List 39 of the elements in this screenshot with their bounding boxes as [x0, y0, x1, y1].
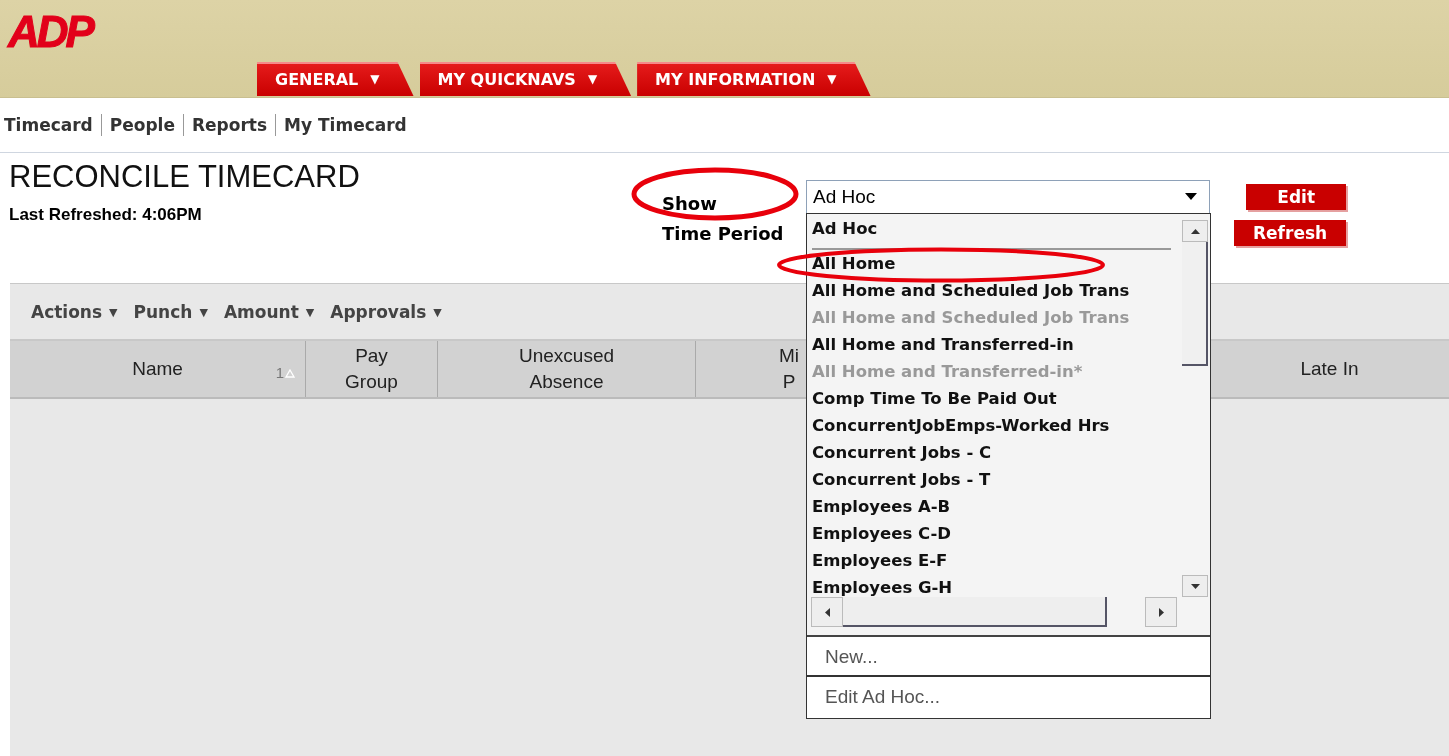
time-period-label: Time Period: [662, 222, 784, 244]
dropdown-option: All Home and Scheduled Job Trans: [812, 304, 1177, 331]
show-label: Show: [662, 193, 717, 214]
toolbar-menu[interactable]: Amount ▼: [223, 301, 315, 322]
toolbar-menu[interactable]: Approvals ▼: [330, 301, 442, 322]
dropdown-option[interactable]: All Home: [812, 250, 1177, 277]
adp-logo: ADP: [8, 10, 92, 54]
dropdown-option[interactable]: Ad Hoc: [812, 214, 1171, 250]
nav-link[interactable]: People: [101, 115, 183, 135]
nav-link[interactable]: Reports: [184, 115, 276, 135]
dropdown-option[interactable]: Employees C-D: [812, 520, 1177, 547]
column-header[interactable]: Name: [132, 356, 183, 382]
column-header[interactable]: Unexcused Absence: [518, 343, 615, 395]
dropdown-action[interactable]: New...: [807, 637, 1210, 677]
dropdown-action[interactable]: Edit Ad Hoc...: [807, 677, 1210, 717]
dropdown-option[interactable]: Concurrent Jobs - C: [812, 439, 1177, 466]
menu-tab[interactable]: MY INFORMATION ▼: [637, 62, 871, 96]
dropdown-option[interactable]: ConcurrentJobEmps-Worked Hrs: [812, 412, 1177, 439]
toolbar-menu[interactable]: Actions ▼: [31, 301, 118, 322]
menu-tab[interactable]: MY QUICKNAVS ▼: [419, 62, 632, 96]
nav-link[interactable]: Timecard: [0, 115, 101, 135]
dropdown-option[interactable]: All Home and Scheduled Job Trans: [812, 277, 1177, 304]
dropdown-option[interactable]: Employees E-F: [812, 547, 1177, 574]
column-header[interactable]: Mi P: [778, 343, 800, 395]
dropdown-option[interactable]: Comp Time To Be Paid Out: [812, 385, 1177, 412]
dropdown-option[interactable]: All Home and Transferred-in: [812, 331, 1177, 358]
refresh-button[interactable]: Refresh: [1234, 220, 1347, 246]
dropdown-option[interactable]: Employees G-H: [812, 574, 1177, 597]
toolbar-menu[interactable]: Punch ▼: [133, 301, 208, 322]
dropdown-option: All Home and Transferred-in*: [812, 358, 1177, 385]
nav-link[interactable]: My Timecard: [276, 115, 415, 135]
last-refreshed-text: Last Refreshed: 4:06PM: [9, 205, 203, 225]
page-title: RECONCILE TIMECARD: [9, 159, 361, 195]
dropdown-option[interactable]: Employees A-B: [812, 493, 1177, 520]
edit-button[interactable]: Edit: [1246, 183, 1347, 210]
menu-tab[interactable]: GENERAL ▼: [257, 62, 414, 96]
dropdown-option[interactable]: Concurrent Jobs - T: [812, 466, 1177, 493]
column-header[interactable]: Pay Group: [345, 343, 398, 395]
column-header[interactable]: Late In: [1300, 356, 1359, 382]
